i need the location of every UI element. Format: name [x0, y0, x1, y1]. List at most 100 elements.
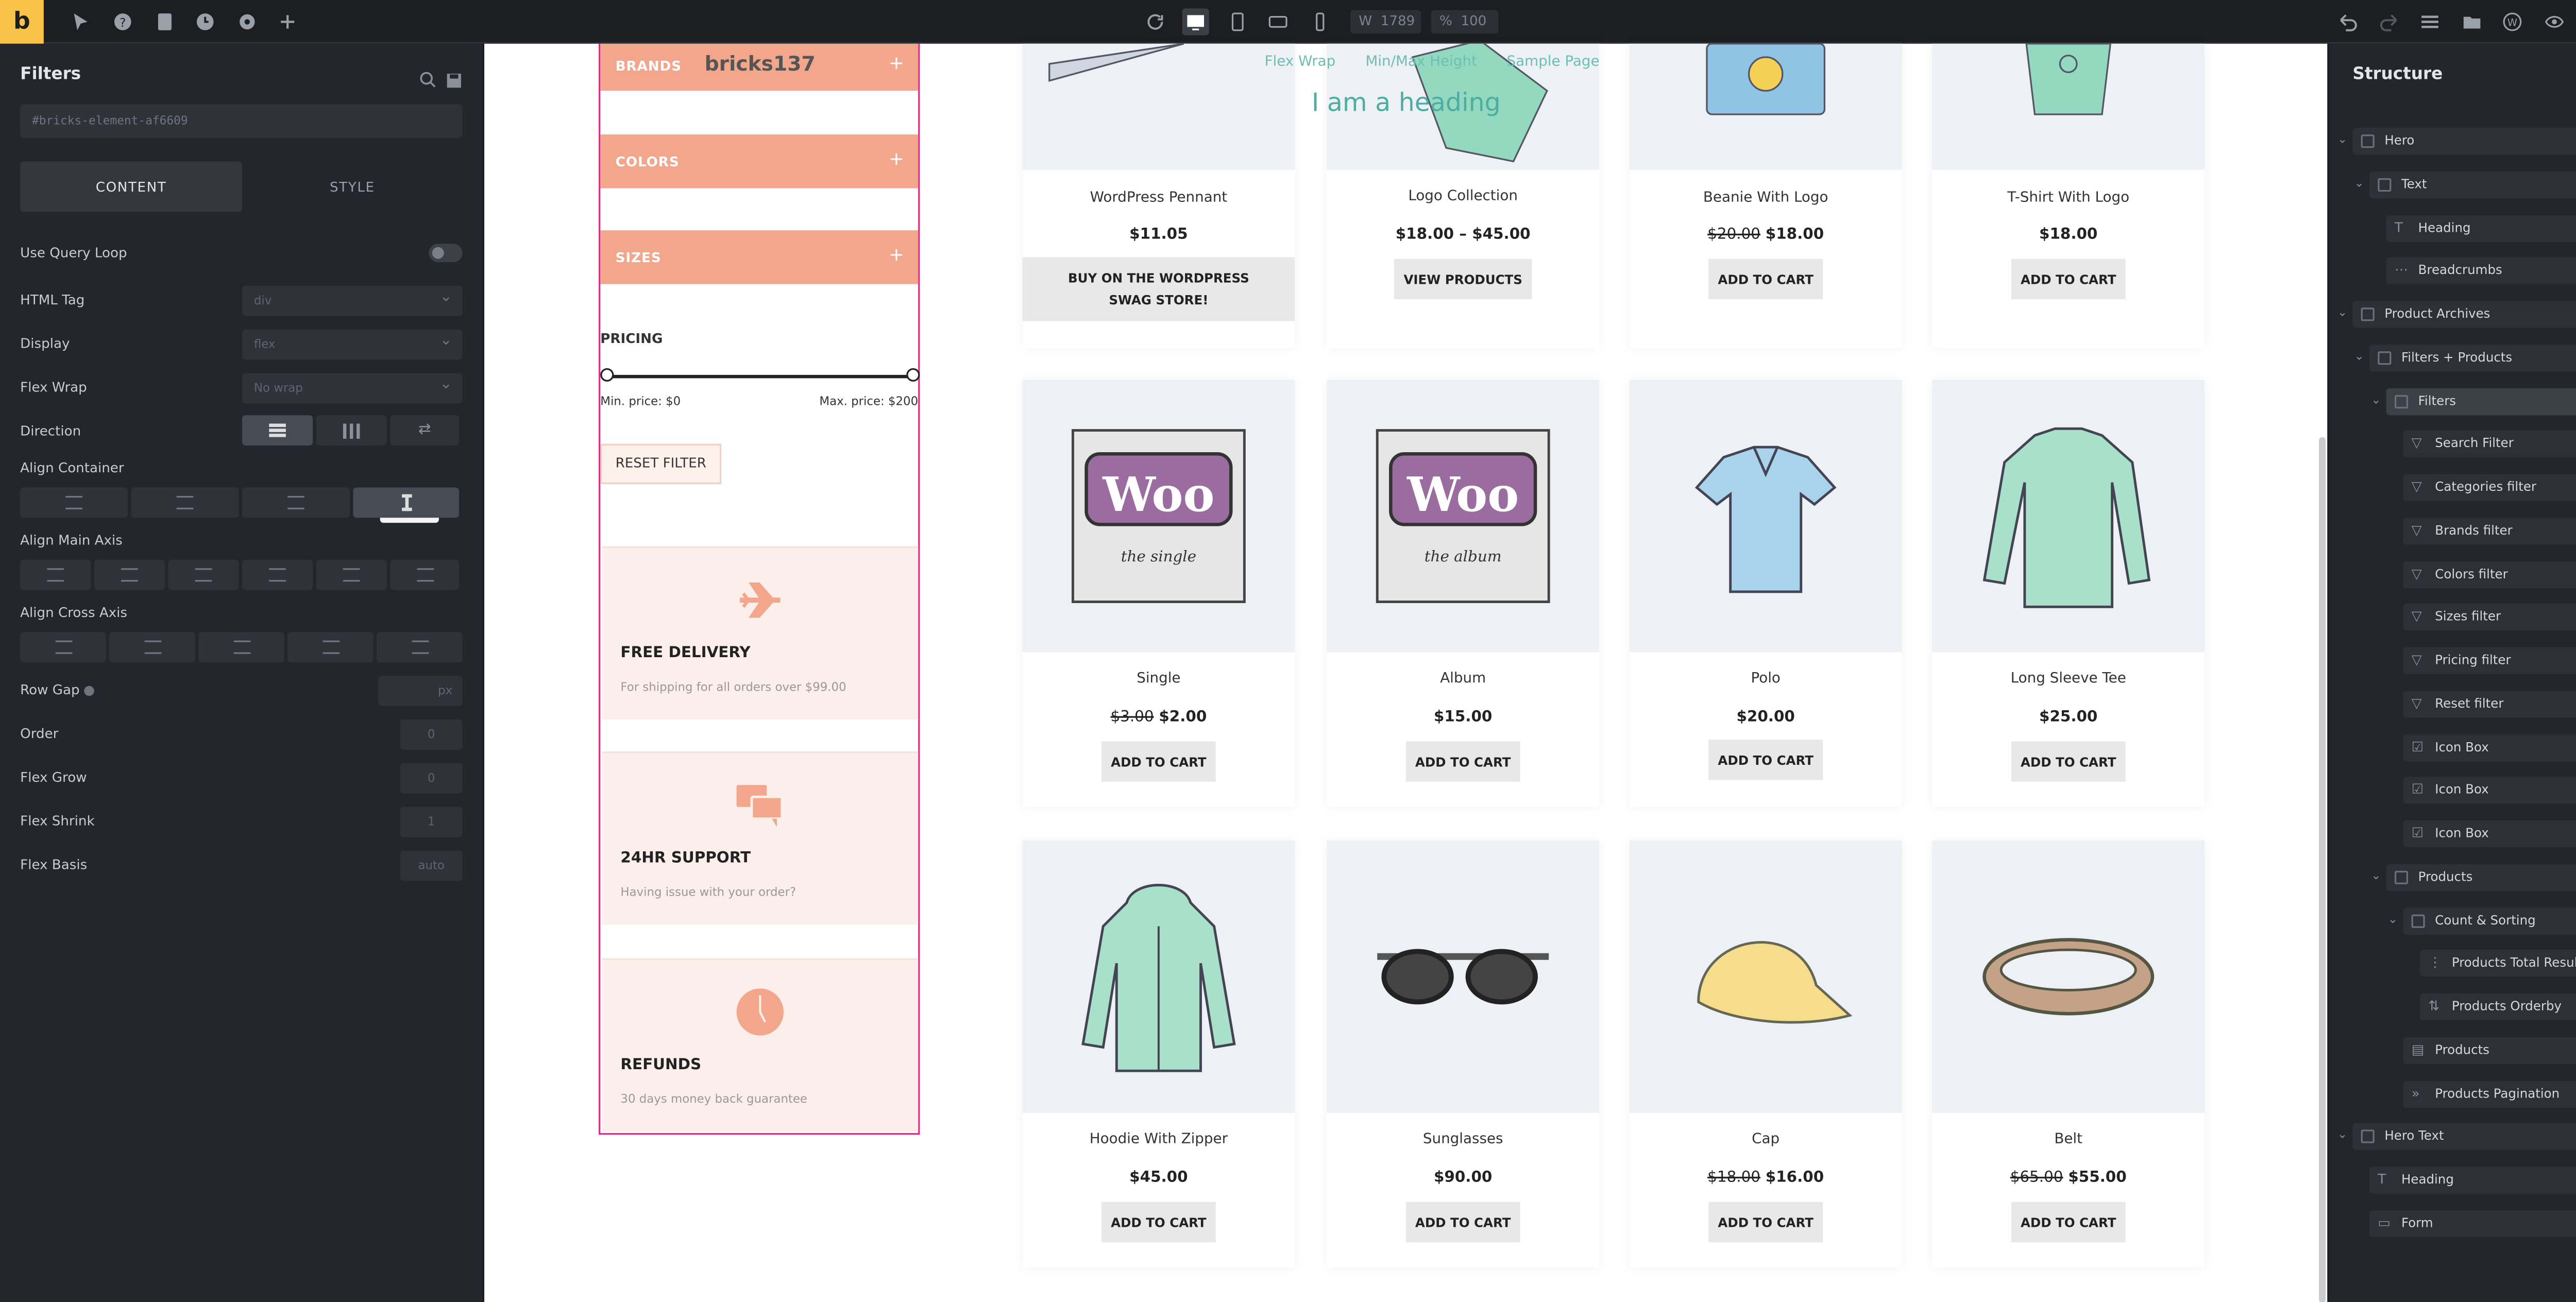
- tablet-landscape-icon[interactable]: [1265, 8, 1292, 35]
- reset-filter-button[interactable]: RESET FILTER: [600, 443, 722, 485]
- product-card[interactable]: Woo the single Single $3.00 $2.00 ADD TO C…: [1022, 380, 1295, 807]
- structure-item[interactable]: Product Archives⋯: [2352, 301, 2576, 328]
- add-to-cart-button[interactable]: ADD TO CART: [1101, 741, 1216, 782]
- product-card[interactable]: T-Shirt With Logo $18.00 ADD TO CART: [1932, 43, 2205, 348]
- desktop-breakpoint-icon[interactable]: [1182, 8, 1209, 36]
- price-max-handle[interactable]: [906, 368, 920, 382]
- undo-icon[interactable]: [2334, 8, 2361, 35]
- expand-caret-icon[interactable]: ⌄: [2354, 349, 2364, 363]
- expand-caret-icon[interactable]: ⌄: [2354, 176, 2364, 190]
- expand-caret-icon[interactable]: ⌄: [2337, 1128, 2347, 1142]
- product-card[interactable]: Belt $65.00 $55.00 ADD TO CART: [1932, 841, 2205, 1268]
- wordpress-icon[interactable]: W: [2499, 8, 2526, 35]
- cross-axis-option-3[interactable]: [198, 632, 284, 663]
- product-image[interactable]: [1932, 841, 2205, 1113]
- main-axis-option-3[interactable]: [168, 559, 239, 590]
- product-image[interactable]: [1022, 43, 1295, 170]
- structure-item[interactable]: ▽Brands filter⋯: [2403, 517, 2576, 544]
- main-axis-option-2[interactable]: [94, 559, 165, 590]
- add-to-cart-button[interactable]: ADD TO CART: [1708, 259, 1823, 299]
- product-name[interactable]: Long Sleeve Tee: [1932, 671, 2205, 688]
- product-button[interactable]: BUY ON THE WORDPRESS SWAG STORE!: [1022, 257, 1295, 321]
- structure-item[interactable]: THeading⋯: [2369, 1167, 2576, 1194]
- expand-caret-icon[interactable]: ⌄: [2337, 306, 2347, 319]
- structure-item[interactable]: ▽Categories filter⋯: [2403, 474, 2576, 501]
- flex-grow-input[interactable]: 0: [400, 763, 463, 794]
- bricks-logo[interactable]: b: [0, 0, 44, 44]
- product-card[interactable]: WordPress Pennant $11.05 BUY ON THE WORD…: [1022, 43, 1295, 348]
- product-card[interactable]: Long Sleeve Tee $25.00 ADD TO CART: [1932, 380, 2205, 807]
- structure-item[interactable]: ▽Pricing filter⋯: [2403, 647, 2576, 674]
- flex-shrink-input[interactable]: 1: [400, 807, 463, 837]
- tablet-portrait-icon[interactable]: [1224, 8, 1251, 35]
- structure-item[interactable]: Hero⋯: [2352, 128, 2576, 155]
- overlay-link-flex-wrap[interactable]: Flex Wrap: [1265, 54, 1336, 71]
- product-image[interactable]: [1932, 380, 2205, 653]
- expand-caret-icon[interactable]: ⌄: [2388, 912, 2398, 926]
- direction-column-button[interactable]: [242, 415, 313, 446]
- display-select[interactable]: flex: [242, 326, 463, 360]
- product-card[interactable]: Beanie With Logo $20.00 $18.00 ADD TO CAR…: [1629, 43, 1902, 348]
- product-name[interactable]: Belt: [1932, 1132, 2205, 1149]
- product-card[interactable]: Hoodie With Zipper $45.00 ADD TO CART: [1022, 841, 1295, 1268]
- row-gap-input[interactable]: px: [378, 676, 463, 706]
- product-image[interactable]: [1629, 380, 1902, 653]
- product-name[interactable]: Hoodie With Zipper: [1023, 1132, 1295, 1149]
- structure-item[interactable]: ☑Icon Box⋯: [2403, 777, 2576, 804]
- structure-item[interactable]: THeading⋯: [2386, 214, 2576, 242]
- add-to-cart-button[interactable]: ADD TO CART: [1405, 741, 1520, 782]
- structure-item[interactable]: ☑Icon Box⋯: [2403, 820, 2576, 848]
- product-name[interactable]: Polo: [1630, 671, 1902, 688]
- price-range-track[interactable]: [607, 374, 915, 379]
- product-name[interactable]: T-Shirt With Logo: [1932, 190, 2205, 207]
- product-image[interactable]: [1022, 841, 1295, 1113]
- product-name[interactable]: Sunglasses: [1327, 1132, 1599, 1149]
- html-tag-select[interactable]: div: [242, 282, 463, 316]
- overlay-link-sample-page[interactable]: Sample Page: [1507, 54, 1600, 71]
- element-id-field[interactable]: #bricks-element-af6609: [20, 104, 463, 138]
- add-to-cart-button[interactable]: ADD TO CART: [1708, 740, 1823, 780]
- structure-item[interactable]: Count & Sorting⋯: [2403, 906, 2576, 934]
- add-to-cart-button[interactable]: ADD TO CART: [2011, 741, 2126, 782]
- mobile-icon[interactable]: [1307, 8, 1333, 35]
- product-image[interactable]: [1327, 841, 1600, 1113]
- product-name[interactable]: Beanie With Logo: [1630, 190, 1902, 207]
- product-name[interactable]: Cap: [1630, 1132, 1902, 1149]
- align-container-end-button[interactable]: [242, 487, 350, 518]
- structure-item[interactable]: ▽Search Filter⋯: [2403, 431, 2576, 458]
- main-axis-option-6[interactable]: [390, 559, 460, 590]
- overlay-link-minmax[interactable]: Min/Max Height: [1365, 54, 1477, 71]
- colors-accordion[interactable]: COLORS +: [600, 134, 919, 189]
- add-to-cart-button[interactable]: ADD TO CART: [2011, 1202, 2126, 1243]
- cross-axis-option-4[interactable]: [287, 632, 374, 663]
- structure-item[interactable]: Filters + Products⋯: [2369, 344, 2576, 371]
- cross-axis-option-5[interactable]: [377, 632, 463, 663]
- direction-row-button[interactable]: [316, 415, 387, 446]
- structure-item[interactable]: ▭Form⋯: [2369, 1210, 2576, 1237]
- pointer-icon[interactable]: [67, 8, 94, 35]
- preview-eye-icon[interactable]: [2541, 8, 2568, 35]
- structure-item[interactable]: ⋯Breadcrumbs⋯: [2386, 258, 2576, 285]
- order-input[interactable]: 0: [400, 719, 463, 750]
- canvas-scrollbar[interactable]: [2319, 437, 2326, 1302]
- product-name[interactable]: WordPress Pennant: [1023, 190, 1295, 207]
- price-min-handle[interactable]: [600, 368, 614, 382]
- use-query-loop-toggle[interactable]: [429, 244, 463, 263]
- structure-item[interactable]: ⇅Products Orderby⋯: [2419, 993, 2576, 1021]
- product-card[interactable]: Cap $18.00 $16.00 ADD TO CART: [1629, 841, 1902, 1268]
- product-image[interactable]: Woo the single: [1022, 380, 1295, 653]
- direction-reverse-button[interactable]: ⇄: [390, 415, 460, 446]
- structure-item[interactable]: Hero Text⋯: [2352, 1123, 2576, 1151]
- tab-content[interactable]: CONTENT: [20, 161, 243, 212]
- sizes-accordion[interactable]: SIZES +: [600, 230, 919, 284]
- structure-item[interactable]: Filters⋯: [2386, 387, 2576, 415]
- align-container-start-button[interactable]: [20, 487, 128, 518]
- structure-item[interactable]: ☑Icon Box⋯: [2403, 733, 2576, 761]
- add-to-cart-button[interactable]: ADD TO CART: [1101, 1202, 1216, 1243]
- expand-caret-icon[interactable]: ⌄: [2371, 392, 2381, 406]
- align-container-stretch-button[interactable]: [353, 487, 460, 518]
- structure-item[interactable]: ▽Sizes filter⋯: [2403, 604, 2576, 631]
- expand-caret-icon[interactable]: ⌄: [2337, 133, 2347, 146]
- structure-item[interactable]: ▤Products⋯: [2403, 1037, 2576, 1064]
- info-icon[interactable]: [83, 685, 94, 695]
